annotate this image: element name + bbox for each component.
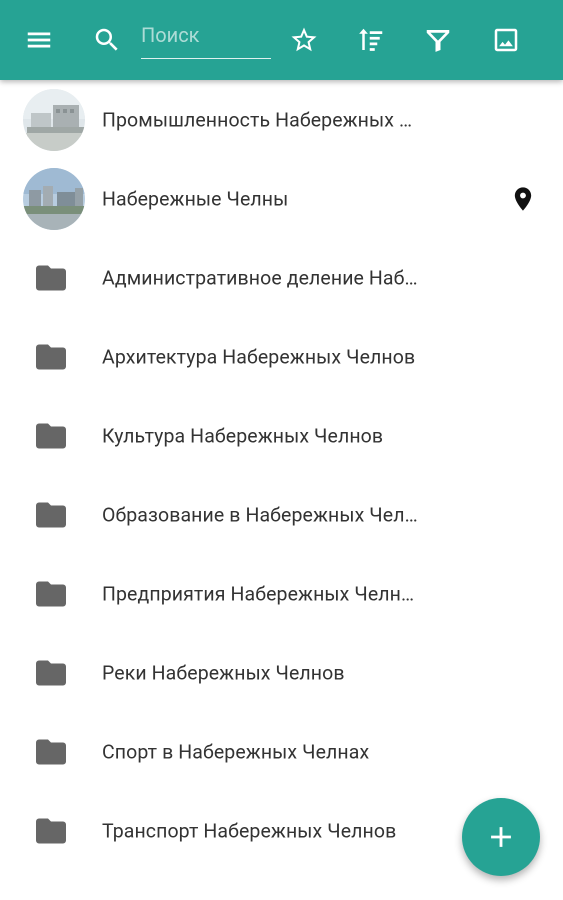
search-input[interactable] xyxy=(141,20,269,50)
folder-icon xyxy=(36,660,66,686)
folder-icon xyxy=(36,818,66,844)
list-item[interactable]: Архитектура Набережных Челнов xyxy=(0,317,563,396)
search-button[interactable] xyxy=(89,22,125,58)
filter-icon xyxy=(426,30,450,52)
search-icon xyxy=(95,28,118,51)
sort-button[interactable] xyxy=(353,22,389,58)
list-item[interactable]: Спорт в Набережных Челнах xyxy=(0,712,563,791)
filter-button[interactable] xyxy=(420,22,456,58)
list-item-label: Набережные Челны xyxy=(102,187,289,210)
list-item-label: Архитектура Набережных Челнов xyxy=(102,345,416,368)
favorites-button[interactable] xyxy=(286,22,322,58)
folder-icon xyxy=(36,739,66,765)
folder-icon xyxy=(36,581,66,607)
list-item[interactable]: Реки Набережных Челнов xyxy=(0,633,563,712)
list-item-label: Административное деление Наб… xyxy=(102,266,418,289)
article-thumbnail xyxy=(23,88,85,151)
menu-icon xyxy=(27,32,51,48)
category-list: Промышленность Набережных … Набережные Ч… xyxy=(0,80,563,870)
list-item[interactable]: Набережные Челны xyxy=(0,159,563,238)
location-pin-icon xyxy=(514,186,532,211)
list-item[interactable]: Культура Набережных Челнов xyxy=(0,396,563,475)
image-icon xyxy=(494,28,518,52)
folder-icon xyxy=(36,423,66,449)
list-item-label: Промышленность Набережных … xyxy=(102,108,413,131)
folder-icon xyxy=(36,344,66,370)
list-item[interactable]: Промышленность Набережных … xyxy=(0,80,563,159)
plus-icon xyxy=(491,827,511,847)
list-item-label: Культура Набережных Челнов xyxy=(102,424,384,447)
folder-icon xyxy=(36,265,66,291)
list-item-label: Транспорт Набережных Челнов xyxy=(102,819,397,842)
sort-icon xyxy=(359,28,383,51)
folder-icon xyxy=(36,502,66,528)
add-button[interactable] xyxy=(462,798,540,876)
article-thumbnail xyxy=(23,167,85,230)
list-item-label: Образование в Набережных Чел… xyxy=(102,503,418,526)
location-pin-button[interactable] xyxy=(509,183,537,215)
star-icon xyxy=(291,27,317,52)
list-item-label: Предприятия Набережных Челн… xyxy=(102,582,415,605)
menu-button[interactable] xyxy=(21,22,57,58)
list-item[interactable]: Образование в Набережных Чел… xyxy=(0,475,563,554)
image-mode-button[interactable] xyxy=(488,22,524,58)
list-item[interactable]: Предприятия Набережных Челн… xyxy=(0,554,563,633)
list-item[interactable]: Административное деление Наб… xyxy=(0,238,563,317)
app-toolbar xyxy=(0,0,563,80)
list-item-label: Спорт в Набережных Челнах xyxy=(102,740,370,763)
list-item-label: Реки Набережных Челнов xyxy=(102,661,345,684)
search-field xyxy=(141,16,271,59)
